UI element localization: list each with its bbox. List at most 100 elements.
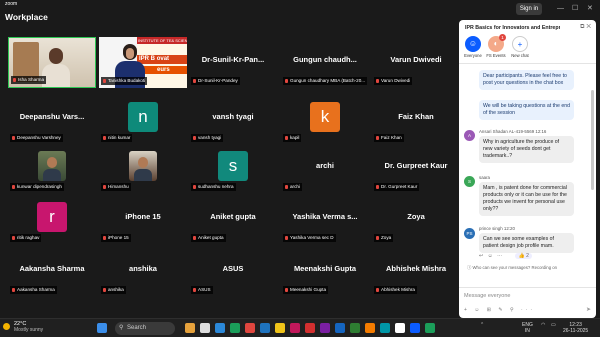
app-icon[interactable] [365,323,375,333]
participant-label: sudhanshu nehra [191,183,236,191]
participant-tile[interactable]: s sudhanshu nehra [189,143,277,194]
sign-in-button[interactable]: Sign in [516,3,542,15]
app-icon[interactable] [215,323,225,333]
widgets-icon[interactable] [185,323,195,333]
app-icon[interactable] [245,323,255,333]
participant-tile[interactable]: kunwar dipendrasingh [8,143,96,194]
participant-tile[interactable]: Aakansha Sharma Aakansha Sharma [8,246,96,297]
participant-label: vansh tyagi [191,134,224,142]
chat-message: Can we see some examples of patient desi… [479,233,574,253]
tab-label: FS Events [486,53,506,58]
message-sender: saara [479,175,490,180]
logo-workplace-text: Workplace [5,12,48,22]
participant-tile[interactable]: Deepanshu Vars... Deepanshu Varshney [8,94,96,145]
participant-tile[interactable]: Meenakshi Gupta Meenakshi Gupta [281,246,369,297]
participant-tile[interactable]: k kapil [281,94,369,145]
participant-tile[interactable]: r ritik raghav [8,194,96,245]
battery-icon[interactable]: ▭ [551,322,556,328]
chevron-up-icon[interactable]: ⌃ [480,322,484,328]
participant-label: Abhishek Mishra [374,286,417,294]
participant-tile[interactable]: Varun Dwivedi Varun Dwivedi [372,37,460,88]
participant-tile[interactable]: INSTITUTE OF TE& SCIENC IPR B ovat eurs Tan… [99,37,187,88]
participant-label: Dr. Gurpreet Kaur [374,183,420,191]
participant-tile[interactable]: Yashika Verma s... Yashika Verma sec D [281,194,369,245]
participant-tile[interactable]: Zoya Zoya [372,194,460,245]
banner-text-1: INSTITUTE OF TE [138,38,172,43]
emoji-icon[interactable]: ☺ [488,253,493,259]
participant-label: Aakansha Sharma [10,286,57,294]
tab-label: Everyone [464,53,482,58]
tab-fs-events[interactable]: ◐ 1 FS Events [486,34,506,58]
message-reactions[interactable]: ↩ ☺ ··· 👍 2 [479,253,532,259]
banner-text-2: IPR B [139,56,156,62]
unread-badge: 1 [499,34,506,41]
chat-messages[interactable]: Dear participants. Please feel free to p… [459,65,596,287]
windows-start-icon[interactable] [97,323,107,333]
reaction-pill[interactable]: 👍 2 [515,253,532,259]
app-icon[interactable] [425,323,435,333]
more-icon[interactable]: ··· [497,253,502,259]
participant-tile[interactable]: Dr. Gurpreet Kaur Dr. Gurpreet Kaur [372,143,460,194]
search-icon: ⚲ [119,325,124,331]
participant-tile[interactable]: Gungun chaudh... Gungun chaudhary MBA (Ba… [281,37,369,88]
app-icon[interactable] [320,323,330,333]
participant-tile[interactable]: anshika anshika [99,246,187,297]
app-icon[interactable] [350,323,360,333]
reaction-count: 2 [526,253,529,259]
taskbar-search[interactable]: ⚲ Search [115,322,175,335]
app-icon[interactable] [305,323,315,333]
task-view-icon[interactable] [200,323,210,333]
participant-label: kapil [283,134,302,142]
app-icon[interactable] [380,323,390,333]
chat-header-icons: ⧉✕ [580,24,593,31]
participant-name: archi [316,161,334,170]
app-icon[interactable] [290,323,300,333]
participant-tile[interactable]: ASUS ASUS [189,246,277,297]
banner-header: INSTITUTE OF TE& SCIENC [137,37,187,44]
participant-label: Dr-Sunil-Kr-Pandey [191,77,240,85]
message-input[interactable]: Message everyone [464,293,510,299]
participant-tile[interactable]: Aniket gupta Aniket gupta [189,194,277,245]
zoom-app-icon[interactable] [410,323,420,333]
participant-tile[interactable]: archi archi [281,143,369,194]
participant-label: kunwar dipendrasingh [10,183,64,191]
participant-tile[interactable]: Faiz Khan Faiz Khan [372,94,460,145]
participant-label: Gungun chaudhary MBA (Batch-20... [283,77,367,85]
wifi-icon[interactable]: ◠ [541,322,545,328]
close-icon[interactable]: ✕ [586,24,593,30]
participant-tile[interactable]: Isha Sharma [8,37,96,88]
message-sender: Ansari Shadan AL-419-5569 12:16 [479,129,547,134]
tab-new-chat[interactable]: + New chat [510,36,530,58]
participant-tile[interactable]: Dr-Sunil-Kr-Pan... Dr-Sunil-Kr-Pandey [189,37,277,88]
avatar: s [218,151,248,181]
minimize-icon[interactable]: — [557,5,564,13]
app-icon[interactable] [335,323,345,333]
chat-scrollbar[interactable] [591,90,594,190]
participant-label: archi [283,183,302,191]
participant-tile[interactable]: n nitin kumar [99,94,187,145]
chat-title: IPR Basics for Innovators and Entrepren.… [465,25,560,31]
participant-tile[interactable]: vansh tyagi vansh tyagi [189,94,277,145]
compose-tools[interactable]: + ☺ ⊞ ✎ ⚲ ··· [464,307,535,313]
weather-widget[interactable]: 22°C Mostly sunny [14,321,43,333]
clock[interactable]: 12:23 26-11-2025 [563,322,588,334]
participant-tile[interactable]: Himanshu [99,143,187,194]
send-icon[interactable]: ➤ [586,306,591,313]
language-indicator[interactable]: ENG IN [522,322,533,334]
participant-name: Dr. Gurpreet Kaur [384,161,448,170]
close-icon[interactable]: ✕ [587,5,593,13]
tab-everyone[interactable]: ☺ Everyone [463,36,483,58]
chat-compose[interactable]: Message everyone + ☺ ⊞ ✎ ⚲ ··· ➤ [459,287,596,318]
app-icon[interactable] [275,323,285,333]
search-text: Search [127,325,147,331]
reply-icon[interactable]: ↩ [479,253,483,259]
participant-tile[interactable]: Abhishek Mishra Abhishek Mishra [372,246,460,297]
participant-name: ASUS [222,264,244,273]
app-icon[interactable] [230,323,240,333]
app-icon[interactable] [260,323,270,333]
participant-tile[interactable]: iPhone 15 iPhone 15 [99,194,187,245]
maximize-icon[interactable]: ☐ [572,5,578,13]
chat-message: Dear participants. Please feel free to p… [479,70,574,90]
visibility-note[interactable]: ⓘ Who can see your messages? Recording o… [467,265,557,271]
app-icon[interactable] [395,323,405,333]
